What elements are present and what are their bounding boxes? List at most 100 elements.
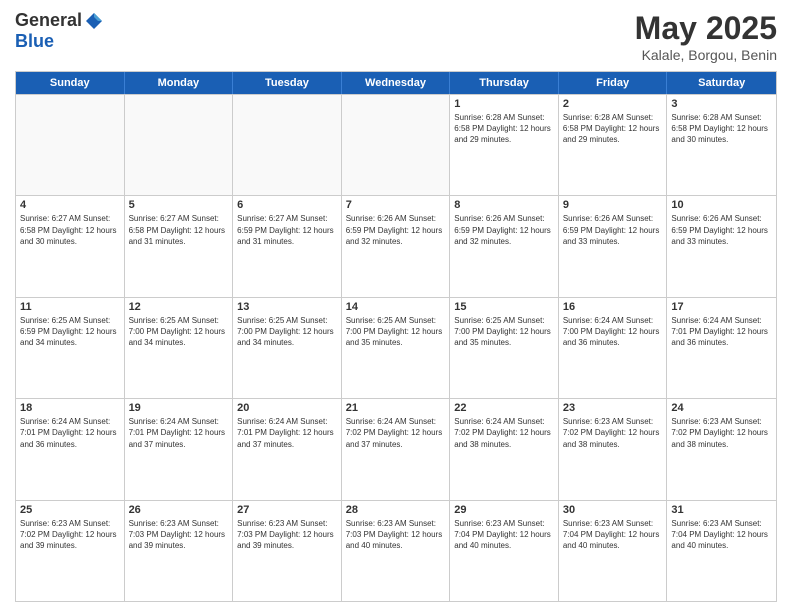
day-number: 12 [129, 301, 229, 313]
day-info: Sunrise: 6:26 AM Sunset: 6:59 PM Dayligh… [671, 213, 772, 247]
title-block: May 2025 Kalale, Borgou, Benin [635, 10, 777, 63]
day-number: 23 [563, 402, 663, 414]
calendar-cell: 31 Sunrise: 6:23 AM Sunset: 7:04 PM Dayli… [667, 501, 776, 601]
page: General Blue May 2025 Kalale, Borgou, Be… [0, 0, 792, 612]
calendar-cell: 30Sunrise: 6:23 AM Sunset: 7:04 PM Dayli… [559, 501, 668, 601]
day-number: 25 [20, 504, 120, 516]
day-info: Sunrise: 6:23 AM Sunset: 7:02 PM Dayligh… [20, 518, 120, 552]
calendar-cell: 1Sunrise: 6:28 AM Sunset: 6:58 PM Daylig… [450, 95, 559, 195]
calendar-cell: 21 Sunrise: 6:24 AM Sunset: 7:02 PM Dayli… [342, 399, 451, 499]
day-info: Sunrise: 6:25 AM Sunset: 7:00 PM Dayligh… [346, 315, 446, 349]
calendar-cell: 3 Sunrise: 6:28 AM Sunset: 6:58 PM Daylig… [667, 95, 776, 195]
day-number: 16 [563, 301, 663, 313]
calendar-cell: 20Sunrise: 6:24 AM Sunset: 7:01 PM Dayli… [233, 399, 342, 499]
day-info: Sunrise: 6:24 AM Sunset: 7:01 PM Dayligh… [671, 315, 772, 349]
calendar-cell: 7 Sunrise: 6:26 AM Sunset: 6:59 PM Daylig… [342, 196, 451, 296]
logo: General Blue [15, 10, 104, 52]
calendar-cell: 26 Sunrise: 6:23 AM Sunset: 7:03 PM Dayli… [125, 501, 234, 601]
calendar-body: 1Sunrise: 6:28 AM Sunset: 6:58 PM Daylig… [16, 94, 776, 601]
header-day-sunday: Sunday [16, 72, 125, 94]
day-number: 26 [129, 504, 229, 516]
day-info: Sunrise: 6:24 AM Sunset: 7:01 PM Dayligh… [129, 416, 229, 450]
day-info: Sunrise: 6:28 AM Sunset: 6:58 PM Dayligh… [563, 112, 663, 146]
day-info: Sunrise: 6:25 AM Sunset: 7:00 PM Dayligh… [237, 315, 337, 349]
day-info: Sunrise: 6:24 AM Sunset: 7:00 PM Dayligh… [563, 315, 663, 349]
day-info: Sunrise: 6:24 AM Sunset: 7:01 PM Dayligh… [237, 416, 337, 450]
day-info: Sunrise: 6:24 AM Sunset: 7:02 PM Dayligh… [346, 416, 446, 450]
calendar-cell: 16 Sunrise: 6:24 AM Sunset: 7:00 PM Dayli… [559, 298, 668, 398]
day-number: 7 [346, 199, 446, 211]
calendar-cell: 6Sunrise: 6:27 AM Sunset: 6:59 PM Daylig… [233, 196, 342, 296]
day-number: 9 [563, 199, 663, 211]
calendar-row-2: 11 Sunrise: 6:25 AM Sunset: 6:59 PM Dayli… [16, 297, 776, 398]
day-number: 28 [346, 504, 446, 516]
calendar-row-1: 4 Sunrise: 6:27 AM Sunset: 6:58 PM Daylig… [16, 195, 776, 296]
header-day-tuesday: Tuesday [233, 72, 342, 94]
day-info: Sunrise: 6:23 AM Sunset: 7:04 PM Dayligh… [454, 518, 554, 552]
day-number: 8 [454, 199, 554, 211]
day-info: Sunrise: 6:23 AM Sunset: 7:03 PM Dayligh… [129, 518, 229, 552]
day-info: Sunrise: 6:26 AM Sunset: 6:59 PM Dayligh… [563, 213, 663, 247]
day-number: 3 [671, 98, 772, 110]
header: General Blue May 2025 Kalale, Borgou, Be… [15, 10, 777, 63]
calendar-cell: 19 Sunrise: 6:24 AM Sunset: 7:01 PM Dayli… [125, 399, 234, 499]
calendar-row-0: 1Sunrise: 6:28 AM Sunset: 6:58 PM Daylig… [16, 94, 776, 195]
day-info: Sunrise: 6:26 AM Sunset: 6:59 PM Dayligh… [346, 213, 446, 247]
calendar-cell [233, 95, 342, 195]
calendar-cell: 23 Sunrise: 6:23 AM Sunset: 7:02 PM Dayli… [559, 399, 668, 499]
day-number: 24 [671, 402, 772, 414]
calendar-cell: 5Sunrise: 6:27 AM Sunset: 6:58 PM Daylig… [125, 196, 234, 296]
day-number: 29 [454, 504, 554, 516]
logo-general-text: General [15, 10, 82, 31]
logo-blue-text: Blue [15, 31, 54, 52]
calendar-cell [125, 95, 234, 195]
calendar-cell: 2Sunrise: 6:28 AM Sunset: 6:58 PM Daylig… [559, 95, 668, 195]
calendar-cell: 14 Sunrise: 6:25 AM Sunset: 7:00 PM Dayli… [342, 298, 451, 398]
day-number: 27 [237, 504, 337, 516]
day-info: Sunrise: 6:25 AM Sunset: 7:00 PM Dayligh… [129, 315, 229, 349]
calendar-cell: 15Sunrise: 6:25 AM Sunset: 7:00 PM Dayli… [450, 298, 559, 398]
calendar-cell: 29 Sunrise: 6:23 AM Sunset: 7:04 PM Dayli… [450, 501, 559, 601]
location-subtitle: Kalale, Borgou, Benin [635, 47, 777, 63]
calendar-cell: 24 Sunrise: 6:23 AM Sunset: 7:02 PM Dayli… [667, 399, 776, 499]
day-info: Sunrise: 6:23 AM Sunset: 7:02 PM Dayligh… [671, 416, 772, 450]
day-info: Sunrise: 6:27 AM Sunset: 6:59 PM Dayligh… [237, 213, 337, 247]
day-info: Sunrise: 6:28 AM Sunset: 6:58 PM Dayligh… [454, 112, 554, 146]
day-info: Sunrise: 6:23 AM Sunset: 7:03 PM Dayligh… [237, 518, 337, 552]
calendar-cell: 25 Sunrise: 6:23 AM Sunset: 7:02 PM Dayli… [16, 501, 125, 601]
calendar: SundayMondayTuesdayWednesdayThursdayFrid… [15, 71, 777, 602]
calendar-cell: 13Sunrise: 6:25 AM Sunset: 7:00 PM Dayli… [233, 298, 342, 398]
logo-icon [84, 11, 104, 31]
calendar-cell: 9 Sunrise: 6:26 AM Sunset: 6:59 PM Daylig… [559, 196, 668, 296]
day-info: Sunrise: 6:28 AM Sunset: 6:58 PM Dayligh… [671, 112, 772, 146]
day-info: Sunrise: 6:24 AM Sunset: 7:02 PM Dayligh… [454, 416, 554, 450]
day-info: Sunrise: 6:23 AM Sunset: 7:03 PM Dayligh… [346, 518, 446, 552]
calendar-cell: 4 Sunrise: 6:27 AM Sunset: 6:58 PM Daylig… [16, 196, 125, 296]
day-info: Sunrise: 6:25 AM Sunset: 7:00 PM Dayligh… [454, 315, 554, 349]
calendar-cell: 10Sunrise: 6:26 AM Sunset: 6:59 PM Dayli… [667, 196, 776, 296]
day-number: 31 [671, 504, 772, 516]
day-info: Sunrise: 6:27 AM Sunset: 6:58 PM Dayligh… [20, 213, 120, 247]
header-day-thursday: Thursday [450, 72, 559, 94]
calendar-cell: 17Sunrise: 6:24 AM Sunset: 7:01 PM Dayli… [667, 298, 776, 398]
day-number: 14 [346, 301, 446, 313]
month-title: May 2025 [635, 10, 777, 47]
header-day-saturday: Saturday [667, 72, 776, 94]
day-info: Sunrise: 6:25 AM Sunset: 6:59 PM Dayligh… [20, 315, 120, 349]
calendar-row-4: 25 Sunrise: 6:23 AM Sunset: 7:02 PM Dayli… [16, 500, 776, 601]
calendar-cell: 8Sunrise: 6:26 AM Sunset: 6:59 PM Daylig… [450, 196, 559, 296]
calendar-cell: 11 Sunrise: 6:25 AM Sunset: 6:59 PM Dayli… [16, 298, 125, 398]
day-number: 19 [129, 402, 229, 414]
calendar-cell: 18Sunrise: 6:24 AM Sunset: 7:01 PM Dayli… [16, 399, 125, 499]
header-day-wednesday: Wednesday [342, 72, 451, 94]
day-info: Sunrise: 6:23 AM Sunset: 7:04 PM Dayligh… [563, 518, 663, 552]
day-info: Sunrise: 6:23 AM Sunset: 7:04 PM Dayligh… [671, 518, 772, 552]
day-number: 4 [20, 199, 120, 211]
day-number: 18 [20, 402, 120, 414]
calendar-cell [342, 95, 451, 195]
day-number: 5 [129, 199, 229, 211]
day-info: Sunrise: 6:23 AM Sunset: 7:02 PM Dayligh… [563, 416, 663, 450]
day-number: 11 [20, 301, 120, 313]
day-number: 21 [346, 402, 446, 414]
calendar-cell: 28 Sunrise: 6:23 AM Sunset: 7:03 PM Dayli… [342, 501, 451, 601]
